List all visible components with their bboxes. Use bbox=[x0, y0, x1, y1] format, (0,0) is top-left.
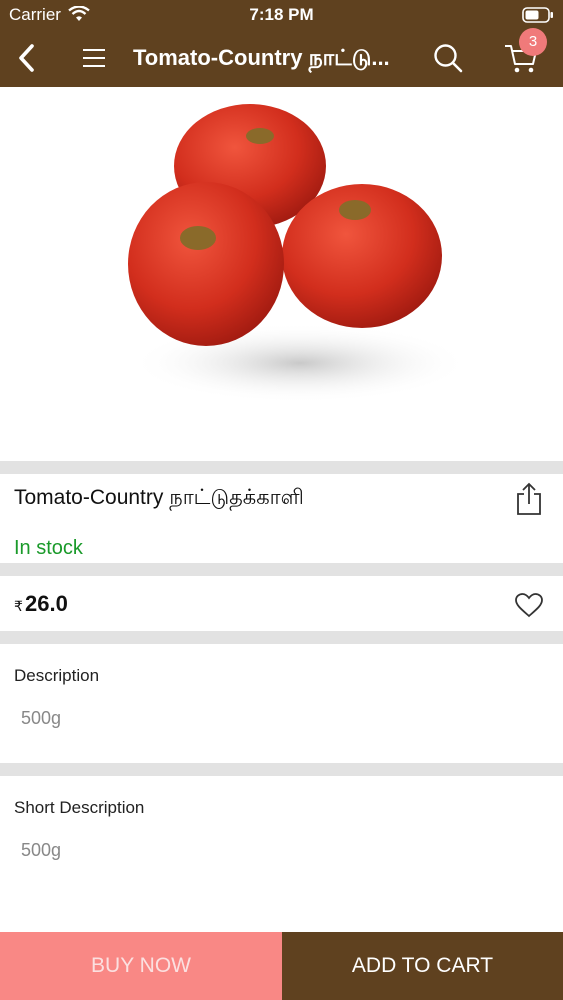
product-price: 26.0 bbox=[25, 591, 68, 616]
status-time: 7:18 PM bbox=[249, 5, 314, 24]
short-description-title: Short Description bbox=[14, 798, 145, 817]
buy-now-button[interactable]: BUY NOW bbox=[0, 932, 282, 1000]
heart-icon[interactable] bbox=[514, 592, 544, 618]
divider bbox=[0, 631, 563, 644]
divider bbox=[0, 461, 563, 474]
product-info: Tomato-Country நாட்டுதக்காளி In stock bbox=[0, 474, 563, 563]
cart-count-badge: 3 bbox=[519, 28, 547, 56]
app-header: Carrier 7:18 PM Tomato-Country நாட்டு... bbox=[0, 0, 563, 87]
description-title: Description bbox=[14, 666, 100, 685]
description-value: 500g bbox=[21, 708, 62, 728]
product-name: Tomato-Country நாட்டுதக்காளி bbox=[14, 486, 304, 509]
short-description-value: 500g bbox=[21, 840, 62, 860]
share-icon[interactable] bbox=[514, 482, 544, 516]
stock-status: In stock bbox=[14, 537, 83, 559]
add-to-cart-button[interactable]: ADD TO CART bbox=[282, 932, 563, 1000]
price-row: ₹ 26.0 bbox=[0, 576, 563, 631]
status-bar: Carrier 7:18 PM bbox=[0, 0, 563, 30]
back-icon[interactable] bbox=[12, 42, 42, 74]
divider bbox=[0, 563, 563, 576]
nav-bar: Tomato-Country நாட்டு... bbox=[0, 30, 563, 87]
currency-symbol: ₹ bbox=[14, 598, 23, 614]
divider bbox=[0, 763, 563, 776]
battery-icon bbox=[522, 7, 554, 28]
product-image bbox=[100, 98, 470, 408]
hamburger-icon[interactable] bbox=[80, 45, 108, 71]
search-icon[interactable] bbox=[432, 42, 464, 74]
page-title: Tomato-Country நாட்டு... bbox=[133, 45, 390, 70]
